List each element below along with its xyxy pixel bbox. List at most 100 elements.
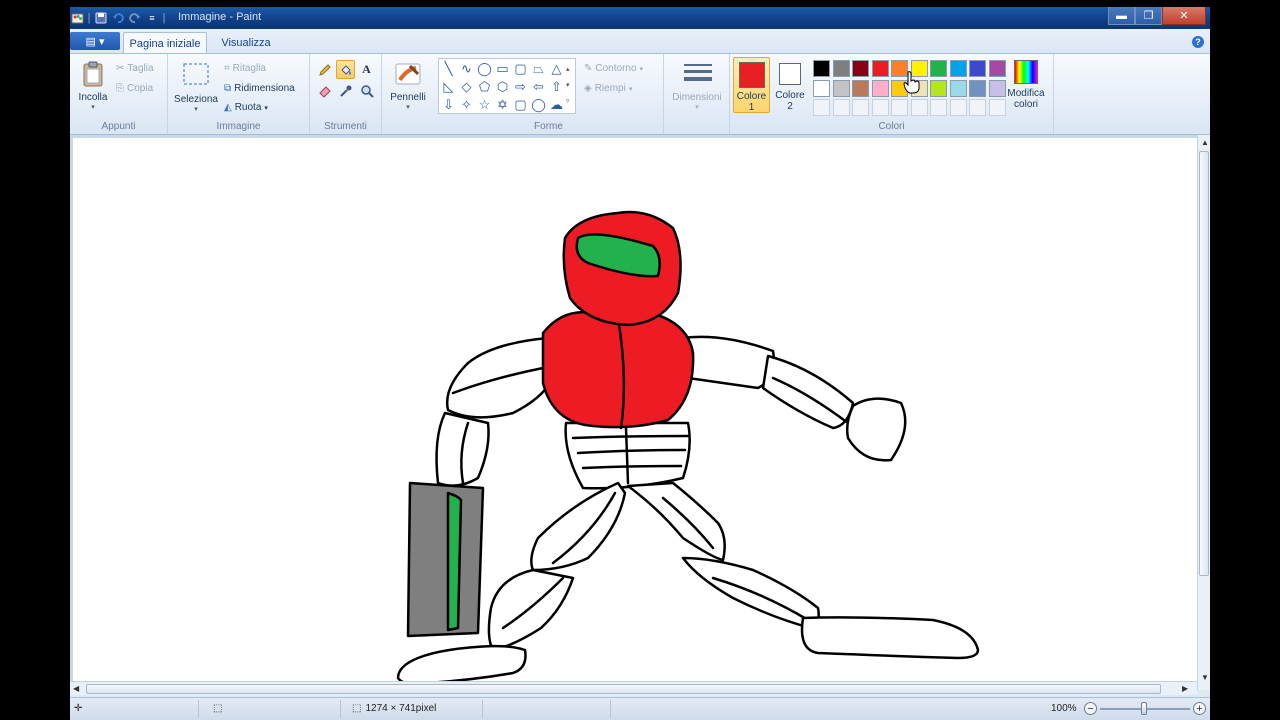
color2-button[interactable]: Colore 2 xyxy=(772,57,808,113)
custom-color-slot[interactable] xyxy=(852,99,869,116)
cloud-callout-shape-icon[interactable]: ☁ xyxy=(548,96,565,113)
six-point-star-shape-icon[interactable]: ✡ xyxy=(494,96,511,113)
save-icon[interactable] xyxy=(94,11,108,25)
left-arrow-shape-icon[interactable]: ⇦ xyxy=(530,78,547,95)
select-dropdown-icon[interactable]: ▾ xyxy=(172,105,220,113)
custom-color-slot[interactable] xyxy=(930,99,947,116)
scroll-down-icon[interactable]: ▼ xyxy=(1201,673,1209,682)
four-point-star-shape-icon[interactable]: ✧ xyxy=(458,96,475,113)
palette-swatch[interactable] xyxy=(832,60,850,77)
palette-swatch[interactable] xyxy=(871,79,889,97)
select-label: Seleziona xyxy=(174,94,218,105)
zoom-out-button[interactable]: − xyxy=(1084,702,1097,715)
palette-swatch[interactable] xyxy=(871,60,889,77)
custom-color-slot[interactable] xyxy=(871,99,889,116)
rotate-button[interactable]: ◭ Ruota ▾ xyxy=(224,102,268,113)
custom-color-slot[interactable] xyxy=(813,99,830,116)
diamond-shape-icon[interactable]: ◇ xyxy=(458,78,475,95)
file-menu-button[interactable]: ▤ ▾ xyxy=(70,32,120,50)
close-button[interactable]: ✕ xyxy=(1162,7,1206,25)
pencil-icon[interactable] xyxy=(315,60,334,79)
shapes-scroll-icon[interactable]: ▴ ▾ ▿ xyxy=(566,62,570,110)
palette-swatch[interactable] xyxy=(930,60,947,77)
up-arrow-shape-icon[interactable]: ⇧ xyxy=(548,78,565,95)
color1-swatch xyxy=(738,62,765,88)
vertical-scrollbar[interactable]: ▲ ▼ xyxy=(1197,135,1210,690)
right-triangle-shape-icon[interactable]: ◺ xyxy=(440,78,457,95)
right-arrow-shape-icon[interactable]: ⇨ xyxy=(512,78,529,95)
rotate-label: Ruota xyxy=(234,102,262,113)
horizontal-scrollbar[interactable]: ◀ ▶ xyxy=(70,681,1197,695)
brushes-dropdown-icon[interactable]: ▾ xyxy=(386,103,430,111)
fill-icon[interactable] xyxy=(336,60,355,79)
scroll-up-icon[interactable]: ▲ xyxy=(1201,138,1209,147)
text-icon[interactable]: A xyxy=(357,60,376,79)
paint-app-icon[interactable] xyxy=(70,11,84,25)
down-arrow-shape-icon[interactable]: ⇩ xyxy=(440,96,457,113)
palette-swatch[interactable] xyxy=(969,79,986,97)
custom-color-slot[interactable] xyxy=(910,99,928,116)
size-button[interactable]: Dimensioni ▾ xyxy=(670,60,724,111)
curve-shape-icon[interactable]: ∿ xyxy=(458,60,475,77)
vertical-scroll-thumb[interactable] xyxy=(1199,151,1209,576)
crop-button[interactable]: ⌗ Ritaglia xyxy=(224,63,266,74)
palette-swatch[interactable] xyxy=(852,79,869,97)
minimize-button[interactable]: ▬ xyxy=(1108,7,1135,25)
palette-swatch[interactable] xyxy=(813,79,830,97)
cut-button[interactable]: ✂ Taglia xyxy=(116,63,154,74)
scroll-left-icon[interactable]: ◀ xyxy=(73,684,79,693)
move-cursor-icon: ✛ xyxy=(74,703,83,714)
palette-swatch[interactable] xyxy=(813,60,830,77)
line-shape-icon[interactable]: ╲ xyxy=(440,60,457,77)
horizontal-scroll-thumb[interactable] xyxy=(86,684,1161,694)
help-icon[interactable]: ? xyxy=(1192,36,1204,48)
customize-qat-icon[interactable]: ≡ xyxy=(145,11,159,25)
custom-color-slot[interactable] xyxy=(891,99,908,116)
size-dropdown-icon[interactable]: ▾ xyxy=(670,103,724,111)
resize-button[interactable]: ⧉ Ridimensiona xyxy=(224,83,295,94)
palette-swatch[interactable] xyxy=(949,79,967,97)
fill-shape-button[interactable]: ◈ Riempi ▾ xyxy=(584,83,632,94)
custom-color-slot[interactable] xyxy=(969,99,986,116)
zoom-in-button[interactable]: + xyxy=(1193,702,1206,715)
five-point-star-shape-icon[interactable]: ☆ xyxy=(476,96,493,113)
right-thigh xyxy=(626,481,726,562)
palette-swatch[interactable] xyxy=(852,60,869,77)
color-picker-icon[interactable] xyxy=(336,81,355,100)
custom-color-slot[interactable] xyxy=(832,99,850,116)
redo-icon[interactable] xyxy=(128,11,142,25)
palette-swatch[interactable] xyxy=(930,79,947,97)
pentagon-shape-icon[interactable]: ⬠ xyxy=(476,78,493,95)
edit-colors-button[interactable]: Modifica colori xyxy=(1002,60,1050,110)
custom-color-slot[interactable] xyxy=(949,99,967,116)
eraser-icon[interactable] xyxy=(315,81,334,100)
tab-view[interactable]: Visualizza xyxy=(213,32,279,54)
tab-home[interactable]: Pagina iniziale xyxy=(123,32,207,54)
copy-button[interactable]: ⎘ Copia xyxy=(116,83,153,94)
zoom-slider-thumb[interactable] xyxy=(1141,702,1147,715)
triangle-shape-icon[interactable]: △ xyxy=(548,60,565,77)
color1-button[interactable]: Colore 1 xyxy=(733,57,770,113)
group-label-clipboard: Appunti xyxy=(101,121,136,132)
outline-button[interactable]: ✎ Contorno ▾ xyxy=(584,63,643,74)
oval-callout-shape-icon[interactable]: ◯ xyxy=(530,96,547,113)
brushes-button[interactable]: Pennelli ▾ xyxy=(386,60,430,111)
drawing-canvas[interactable] xyxy=(73,138,1197,686)
oval-shape-icon[interactable]: ◯ xyxy=(476,60,493,77)
palette-swatch[interactable] xyxy=(969,60,986,77)
palette-swatch[interactable] xyxy=(832,79,850,97)
rounded-rectangle-shape-icon[interactable]: ▢ xyxy=(512,60,529,77)
paste-button[interactable]: Incolla ▾ xyxy=(75,60,111,111)
hexagon-shape-icon[interactable]: ⬡ xyxy=(494,78,511,95)
left-foot xyxy=(396,644,527,686)
scroll-right-icon[interactable]: ▶ xyxy=(1182,684,1188,693)
palette-swatch[interactable] xyxy=(949,60,967,77)
rectangle-shape-icon[interactable]: ▭ xyxy=(494,60,511,77)
select-button[interactable]: Seleziona ▾ xyxy=(172,62,220,113)
magnifier-icon[interactable] xyxy=(357,81,376,100)
polygon-shape-icon[interactable]: ⏢ xyxy=(530,60,547,77)
maximize-button[interactable]: ❐ xyxy=(1135,7,1162,25)
undo-icon[interactable] xyxy=(111,11,125,25)
rounded-callout-shape-icon[interactable]: ▢ xyxy=(512,96,529,113)
paste-dropdown-icon[interactable]: ▾ xyxy=(75,103,111,111)
